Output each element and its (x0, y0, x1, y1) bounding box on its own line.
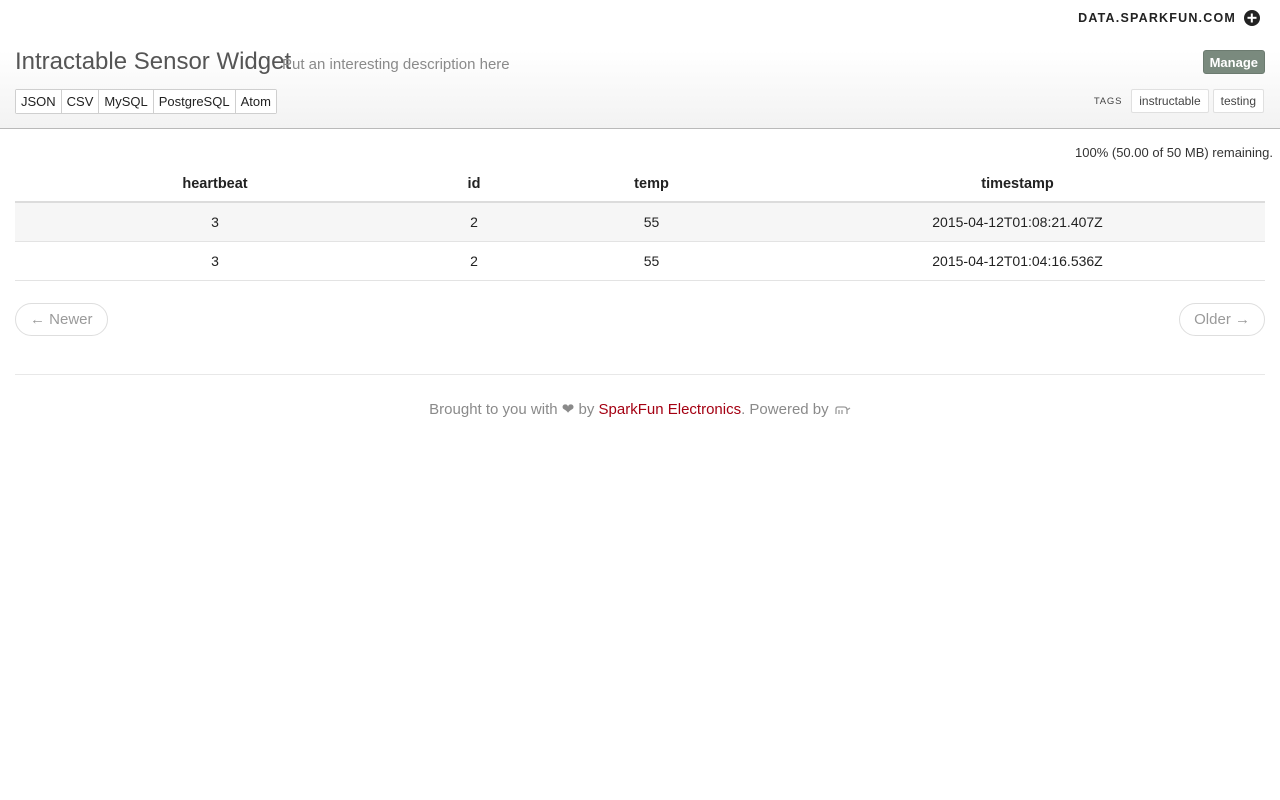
stream-description: Put an interesting description here (282, 56, 510, 73)
format-postgresql-button[interactable]: PostgreSQL (153, 90, 236, 113)
cell-heartbeat: 3 (15, 202, 415, 242)
export-format-group: JSON CSV MySQL PostgreSQL Atom (15, 89, 277, 114)
cell-id: 2 (415, 202, 533, 242)
cell-temp: 55 (533, 202, 770, 242)
footer-powered-by: . Powered by (741, 401, 829, 418)
sparkfun-link[interactable]: SparkFun Electronics (599, 401, 742, 418)
cell-temp: 55 (533, 241, 770, 281)
newer-button[interactable]: ← Newer (15, 303, 108, 336)
heart-icon: ❤ (561, 401, 575, 418)
cell-timestamp: 2015-04-12T01:04:16.536Z (770, 241, 1265, 281)
column-header-timestamp: timestamp (770, 167, 1265, 203)
cell-heartbeat: 3 (15, 241, 415, 281)
plus-circle-icon[interactable] (1244, 10, 1260, 26)
data-table: heartbeat id temp timestamp 3 2 55 2015-… (15, 167, 1265, 281)
manage-button[interactable]: Manage (1202, 50, 1265, 74)
format-json-button[interactable]: JSON (16, 90, 62, 113)
brand-link[interactable]: DATA.SPARKFUN.COM (1078, 11, 1236, 25)
format-mysql-button[interactable]: MySQL (99, 90, 154, 113)
table-row: 3 2 55 2015-04-12T01:04:16.536Z (15, 241, 1265, 281)
tags-list: TAGS instructable testing (1094, 89, 1264, 113)
table-header-row: heartbeat id temp timestamp (15, 167, 1265, 203)
older-button[interactable]: Older → (1179, 303, 1265, 336)
footer: Brought to you with ❤ by SparkFun Electr… (0, 400, 1280, 418)
page-header: DATA.SPARKFUN.COM Intractable Sensor Wid… (0, 0, 1280, 129)
column-header-temp: temp (533, 167, 770, 203)
table-row: 3 2 55 2015-04-12T01:08:21.407Z (15, 202, 1265, 242)
tags-label: TAGS (1093, 95, 1123, 107)
column-header-id: id (415, 167, 533, 203)
format-csv-button[interactable]: CSV (61, 90, 100, 113)
footer-prefix: Brought to you with (429, 401, 558, 418)
storage-remaining: 100% (50.00 of 50 MB) remaining. (1075, 145, 1273, 160)
stream-title: Intractable Sensor Widget (15, 48, 292, 75)
phant-logo-icon[interactable] (835, 405, 851, 416)
tag-instructable[interactable]: instructable (1131, 89, 1209, 113)
cell-id: 2 (415, 241, 533, 281)
column-header-heartbeat: heartbeat (15, 167, 415, 203)
brand[interactable]: DATA.SPARKFUN.COM (1078, 9, 1260, 27)
tag-testing[interactable]: testing (1212, 89, 1264, 113)
cell-timestamp: 2015-04-12T01:08:21.407Z (770, 202, 1265, 242)
footer-by: by (578, 401, 595, 418)
format-atom-button[interactable]: Atom (235, 90, 276, 113)
footer-divider (15, 374, 1265, 375)
